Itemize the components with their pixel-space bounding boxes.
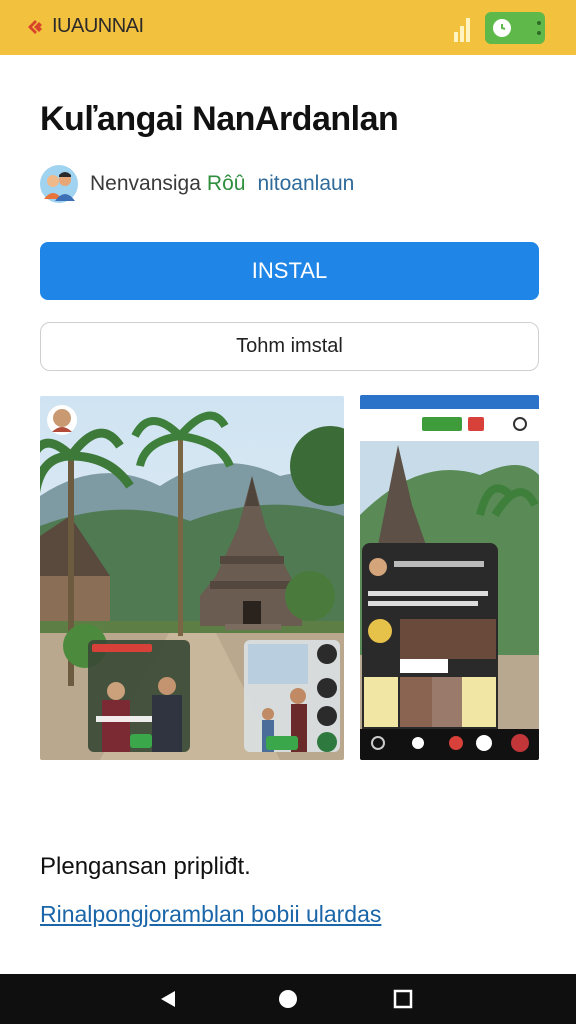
clock-icon: [501, 24, 506, 30]
temple-village-image: [40, 396, 344, 760]
details-title: Plengansan pripliđt.: [40, 853, 251, 880]
temple-feed-image: [360, 395, 539, 760]
top-app-bar: IUAUNNAI: [0, 0, 576, 55]
home-circle-icon: [279, 990, 297, 1008]
system-nav-bar: [0, 974, 576, 1024]
brand-logo-icon: [28, 19, 42, 34]
details-link[interactable]: Rinalpongjoramblan bobii ulardas: [40, 901, 381, 928]
back-triangle-icon: [161, 991, 175, 1007]
install-button[interactable]: INSTAL: [40, 242, 539, 300]
recents-button[interactable]: [390, 986, 416, 1012]
developer-meta: nitoanlaun: [257, 172, 355, 195]
temple-village-screenshot[interactable]: [40, 396, 344, 760]
app-title: Kuľangai NanArdanlan: [40, 100, 399, 138]
battery-dots: [537, 21, 541, 35]
battery-knob: [493, 19, 511, 37]
brand-name: IUAUNNAI: [52, 15, 144, 37]
secondary-install-button[interactable]: Tohm imstal: [40, 322, 539, 371]
developer-avatar-icon: [40, 165, 78, 203]
temple-feed-screenshot[interactable]: [360, 395, 539, 760]
battery-toggle-icon[interactable]: [485, 12, 545, 44]
signal-icon: [454, 18, 470, 42]
developer-name: Nenvansiga: [90, 172, 201, 195]
recents-square-icon: [393, 989, 413, 1009]
brand[interactable]: IUAUNNAI: [24, 15, 144, 38]
developer-tag: Rôû: [206, 172, 246, 195]
back-button[interactable]: [155, 986, 181, 1012]
developer-row[interactable]: Nenvansiga Rôû nitoanlaun: [40, 165, 354, 203]
home-button[interactable]: [275, 986, 301, 1012]
